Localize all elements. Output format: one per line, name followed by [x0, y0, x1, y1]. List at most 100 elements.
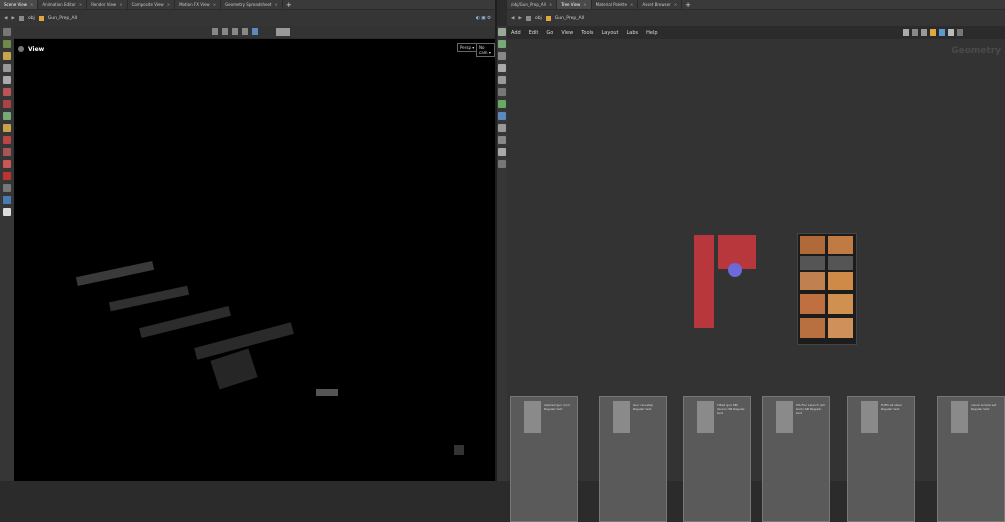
tab-network-path[interactable]: /obj/Gun_Prep_All ×	[507, 0, 558, 9]
grid-view-icon[interactable]	[921, 29, 927, 36]
tab-composite-view[interactable]: Composite View ×	[128, 0, 176, 9]
gun-network-card-4[interactable]: ISS Fun Launch (All GoG) GB Regular text	[762, 396, 830, 522]
path-obj[interactable]: obj	[28, 16, 35, 21]
link-icon[interactable]	[498, 148, 506, 156]
blue-node-circle[interactable]	[728, 263, 742, 277]
search-icon[interactable]	[948, 29, 954, 36]
tab-geometry-spreadsheet[interactable]: Geometry Spreadsheet ×	[221, 0, 283, 9]
gun-network-card-1[interactable]: stylized gun mod Regular text	[510, 396, 578, 522]
gun-model-1[interactable]	[75, 260, 155, 287]
shape-icon[interactable]	[939, 29, 945, 36]
forward-icon[interactable]: ▶	[518, 16, 521, 21]
green-tool-icon[interactable]	[3, 40, 11, 48]
gun-network-card-3[interactable]: Tilted gun Mlll (Gunn) SB Regular text	[683, 396, 751, 522]
menu-labs[interactable]: Labs	[627, 30, 639, 36]
menu-help[interactable]: Help	[646, 30, 657, 36]
display-flag-icon[interactable]	[498, 28, 506, 36]
scene-viewport[interactable]: View Persp ▾ No cam ▾	[14, 39, 495, 481]
tab-motion-fx-view[interactable]: Motion FX View ×	[175, 0, 222, 9]
gun-network-card-6[interactable]: visual Limple set Regular text	[937, 396, 1005, 522]
close-icon[interactable]: ×	[213, 2, 216, 7]
hand-icon[interactable]	[3, 52, 11, 60]
snap-icon[interactable]	[252, 28, 258, 35]
rotate-icon[interactable]	[232, 28, 238, 35]
small-object[interactable]	[454, 445, 464, 455]
lock-icon[interactable]	[3, 76, 11, 84]
template-icon[interactable]	[498, 40, 506, 48]
bypass-icon[interactable]	[498, 52, 506, 60]
sphere-icon[interactable]	[3, 196, 11, 204]
network-toolbar-icons[interactable]	[903, 29, 1003, 37]
wrench-icon[interactable]	[903, 29, 909, 36]
display-icons[interactable]	[276, 28, 290, 36]
close-icon[interactable]: ×	[674, 2, 677, 7]
view-icon[interactable]	[498, 76, 506, 84]
pose-tool-icon[interactable]	[3, 88, 11, 96]
forward-icon[interactable]: ▶	[11, 16, 14, 21]
gun-network-card-2[interactable]: Gun cen-step Regular text	[599, 396, 667, 522]
grid-icon[interactable]	[3, 28, 11, 36]
close-icon[interactable]: ×	[549, 2, 552, 7]
path-obj[interactable]: obj	[535, 16, 542, 21]
scale-icon[interactable]	[242, 28, 248, 35]
gun-model-2[interactable]	[108, 285, 190, 312]
light-tool-icon[interactable]	[3, 160, 11, 168]
muzzle-flash-thumbnails[interactable]	[797, 233, 857, 345]
menu-tools[interactable]: Tools	[581, 30, 593, 36]
menu-edit[interactable]: Edit	[529, 30, 539, 36]
layers-icon[interactable]	[498, 112, 506, 120]
close-icon[interactable]: ×	[30, 2, 33, 7]
tab-scene-view[interactable]: Scene View ×	[0, 0, 39, 9]
close-icon[interactable]: ×	[274, 2, 277, 7]
gun-model-3[interactable]	[139, 306, 231, 338]
paint-icon[interactable]	[3, 112, 11, 120]
handle-icon[interactable]	[3, 124, 11, 132]
red-node-tall[interactable]	[694, 235, 714, 328]
close-icon[interactable]: ×	[630, 2, 633, 7]
pin-icon[interactable]	[498, 160, 506, 168]
settings-icon[interactable]	[498, 100, 506, 108]
help-icon[interactable]	[957, 29, 963, 36]
tab-asset-browser[interactable]: Asset Browser ×	[638, 0, 683, 9]
menu-view[interactable]: View	[561, 30, 573, 36]
back-icon[interactable]: ◀	[4, 16, 7, 21]
close-icon[interactable]: ×	[79, 2, 82, 7]
stack-icon[interactable]	[498, 124, 506, 132]
camera-dropdown[interactable]: No cam ▾	[476, 43, 495, 57]
menu-go[interactable]: Go	[546, 30, 553, 36]
camera-tool-icon[interactable]	[3, 148, 11, 156]
move-icon[interactable]	[222, 28, 228, 35]
ruler-icon[interactable]	[3, 136, 11, 144]
color-icon[interactable]	[930, 29, 936, 36]
brush-icon[interactable]	[3, 100, 11, 108]
menu-layout[interactable]: Layout	[602, 30, 619, 36]
expand-icon[interactable]	[498, 136, 506, 144]
path-node[interactable]: Gun_Prep_All	[48, 16, 77, 21]
menu-add[interactable]: Add	[511, 30, 521, 36]
gun-model-5[interactable]	[210, 348, 258, 390]
magnet-icon[interactable]	[3, 172, 11, 180]
tab-material-palette[interactable]: Material Palette ×	[592, 0, 639, 9]
list-icon[interactable]	[912, 29, 918, 36]
gun-network-card-5[interactable]: Fulfill all steel Regular text	[847, 396, 915, 522]
select-icon[interactable]	[212, 28, 218, 35]
viewport-options-icons[interactable]: ◐ ▣ ⚙	[476, 16, 491, 21]
render-icon[interactable]	[3, 184, 11, 192]
network-editor[interactable]: Geometry stylized gun mod Regular text G…	[507, 39, 1005, 522]
tab-tree-view[interactable]: Tree View ×	[557, 0, 592, 9]
camera-icon[interactable]	[498, 88, 506, 96]
persp-dropdown[interactable]: Persp ▾	[457, 43, 478, 52]
back-icon[interactable]: ◀	[511, 16, 514, 21]
globe-icon[interactable]	[3, 208, 11, 216]
close-icon[interactable]: ×	[119, 2, 122, 7]
pistol-model[interactable]	[316, 389, 338, 396]
close-icon[interactable]: ×	[167, 2, 170, 7]
path-node[interactable]: Gun_Prep_All	[555, 16, 584, 21]
lock-node-icon[interactable]	[498, 64, 506, 72]
tab-render-view[interactable]: Render View ×	[87, 0, 128, 9]
tab-animation-editor[interactable]: Animation Editor ×	[38, 0, 88, 9]
add-tab-icon[interactable]: +	[682, 1, 694, 9]
close-icon[interactable]: ×	[583, 2, 586, 7]
select-tool-icon[interactable]	[3, 64, 11, 72]
add-tab-icon[interactable]: +	[283, 1, 295, 9]
